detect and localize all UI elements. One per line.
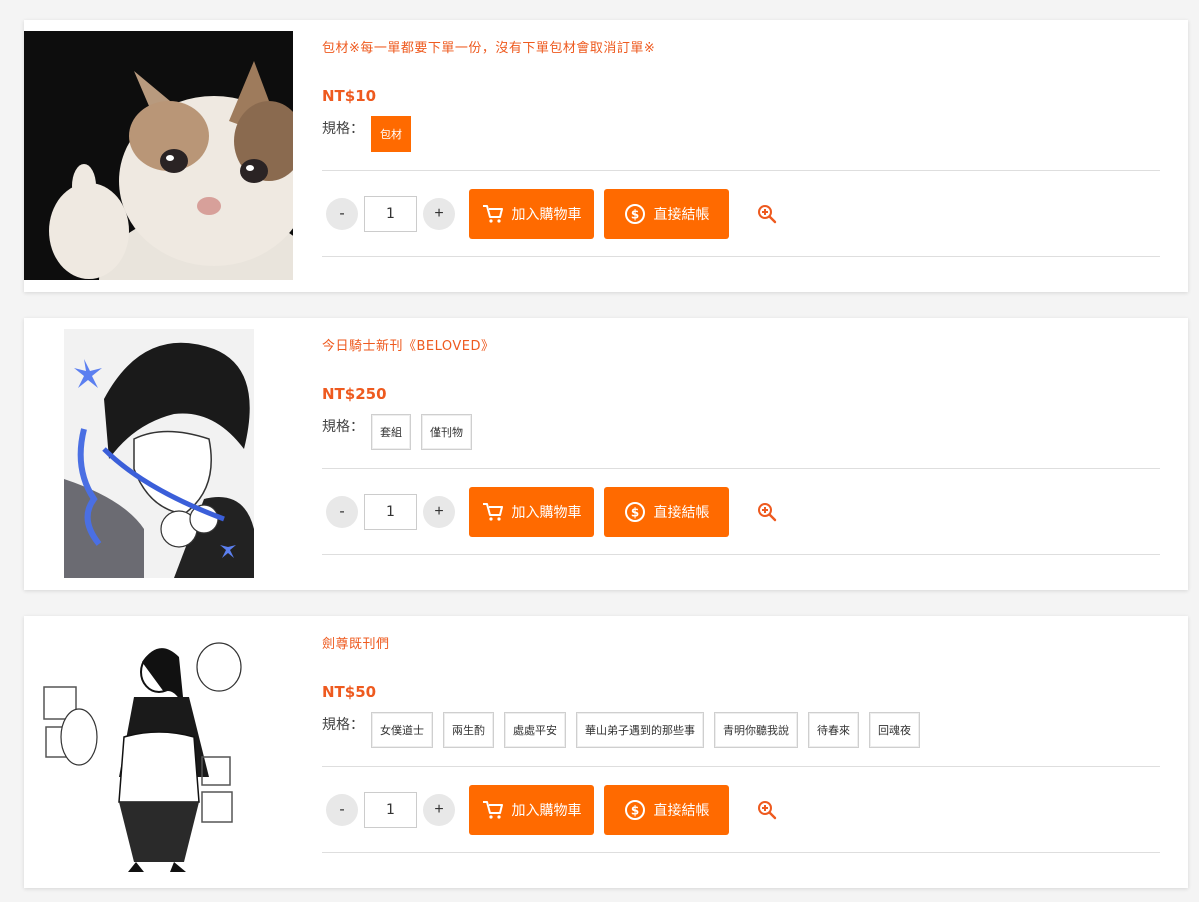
product-card: 包材※每一單都要下單一份，沒有下單包材會取消訂單※ NT$10 規格： 包材 -… [24, 20, 1188, 292]
purchase-actions: - + 加入購物車 $ 直接結帳 [326, 189, 778, 239]
checkout-label: 直接結帳 [653, 504, 710, 520]
purchase-actions: - + 加入購物車 $ 直接結帳 [326, 785, 778, 835]
quantity-input[interactable] [364, 792, 417, 828]
add-to-cart-label: 加入購物車 [511, 504, 582, 520]
add-to-cart-button[interactable]: 加入購物車 [469, 189, 594, 239]
product-info: 劍尊既刊們 NT$50 規格： 女僕道士 兩生酌 處處平安 華山弟子遇到的那些事… [322, 616, 1160, 888]
product-info: 今日騎士新刊《BELOVED》 NT$250 規格： 套組 僅刊物 - + 加入… [322, 318, 1160, 590]
divider [322, 468, 1160, 469]
purchase-actions: - + 加入購物車 $ 直接結帳 [326, 487, 778, 537]
product-list: 包材※每一單都要下單一份，沒有下單包材會取消訂單※ NT$10 規格： 包材 -… [0, 0, 1199, 902]
add-to-cart-button[interactable]: 加入購物車 [469, 487, 594, 537]
qty-decrease-button[interactable]: - [326, 496, 358, 528]
cart-icon [482, 204, 504, 224]
product-name[interactable]: 包材※每一單都要下單一份，沒有下單包材會取消訂單※ [322, 37, 1160, 56]
spec-options: 包材 [371, 116, 421, 152]
product-price: NT$10 [322, 87, 377, 105]
manga-cover-image [24, 329, 293, 578]
add-to-cart-button[interactable]: 加入購物車 [469, 785, 594, 835]
spec-option[interactable]: 青明你聽我說 [714, 712, 798, 748]
dollar-coin-icon: $ [624, 203, 646, 225]
divider [322, 256, 1160, 257]
dollar-coin-icon: $ [624, 501, 646, 523]
qty-increase-button[interactable]: + [423, 496, 455, 528]
qty-decrease-button[interactable]: - [326, 794, 358, 826]
product-image[interactable] [24, 329, 293, 578]
spec-option[interactable]: 兩生酌 [443, 712, 494, 748]
quantity-input[interactable] [364, 494, 417, 530]
product-price: NT$50 [322, 683, 377, 701]
spec-label: 規格： [322, 419, 364, 435]
spec-option[interactable]: 華山弟子遇到的那些事 [576, 712, 704, 748]
spec-label: 規格： [322, 717, 364, 733]
product-price: NT$250 [322, 385, 387, 403]
spec-label: 規格： [322, 121, 364, 137]
checkout-label: 直接結帳 [653, 802, 710, 818]
spec-option[interactable]: 套組 [371, 414, 411, 450]
spec-option[interactable]: 女僕道士 [371, 712, 433, 748]
product-image[interactable] [24, 627, 293, 876]
product-card: 劍尊既刊們 NT$50 規格： 女僕道士 兩生酌 處處平安 華山弟子遇到的那些事… [24, 616, 1188, 888]
checkout-label: 直接結帳 [653, 206, 710, 222]
spec-option[interactable]: 僅刊物 [421, 414, 472, 450]
divider [322, 766, 1160, 767]
product-image[interactable] [24, 31, 293, 280]
spec-row: 規格： 女僕道士 兩生酌 處處平安 華山弟子遇到的那些事 青明你聽我說 待春來 … [322, 712, 1160, 748]
spec-row: 規格： 套組 僅刊物 [322, 414, 1160, 450]
qty-increase-button[interactable]: + [423, 794, 455, 826]
product-info: 包材※每一單都要下單一份，沒有下單包材會取消訂單※ NT$10 規格： 包材 -… [322, 20, 1160, 292]
spec-options: 女僕道士 兩生酌 處處平安 華山弟子遇到的那些事 青明你聽我說 待春來 回魂夜 [371, 712, 930, 748]
product-card: 今日騎士新刊《BELOVED》 NT$250 規格： 套組 僅刊物 - + 加入… [24, 318, 1188, 590]
add-to-cart-label: 加入購物車 [511, 802, 582, 818]
add-to-cart-label: 加入購物車 [511, 206, 582, 222]
product-name[interactable]: 劍尊既刊們 [322, 633, 1160, 652]
product-name[interactable]: 今日騎士新刊《BELOVED》 [322, 335, 1160, 354]
spec-option[interactable]: 回魂夜 [869, 712, 920, 748]
divider [322, 170, 1160, 171]
svg-text:$: $ [630, 506, 638, 520]
checkout-button[interactable]: $ 直接結帳 [604, 785, 729, 835]
qty-decrease-button[interactable]: - [326, 198, 358, 230]
zoom-in-icon[interactable] [756, 799, 778, 821]
qty-increase-button[interactable]: + [423, 198, 455, 230]
quantity-input[interactable] [364, 196, 417, 232]
cart-icon [482, 502, 504, 522]
crying-cat-image [24, 31, 293, 280]
checkout-button[interactable]: $ 直接結帳 [604, 189, 729, 239]
svg-text:$: $ [630, 208, 638, 222]
checkout-button[interactable]: $ 直接結帳 [604, 487, 729, 537]
zoom-in-icon[interactable] [756, 501, 778, 523]
zoom-in-icon[interactable] [756, 203, 778, 225]
divider [322, 852, 1160, 853]
dollar-coin-icon: $ [624, 799, 646, 821]
divider [322, 554, 1160, 555]
spec-option[interactable]: 包材 [371, 116, 411, 152]
spec-option[interactable]: 處處平安 [504, 712, 566, 748]
cart-icon [482, 800, 504, 820]
spec-options: 套組 僅刊物 [371, 414, 482, 450]
svg-text:$: $ [630, 804, 638, 818]
manga-lineart-image [24, 627, 293, 876]
spec-row: 規格： 包材 [322, 116, 1160, 152]
spec-option[interactable]: 待春來 [808, 712, 859, 748]
